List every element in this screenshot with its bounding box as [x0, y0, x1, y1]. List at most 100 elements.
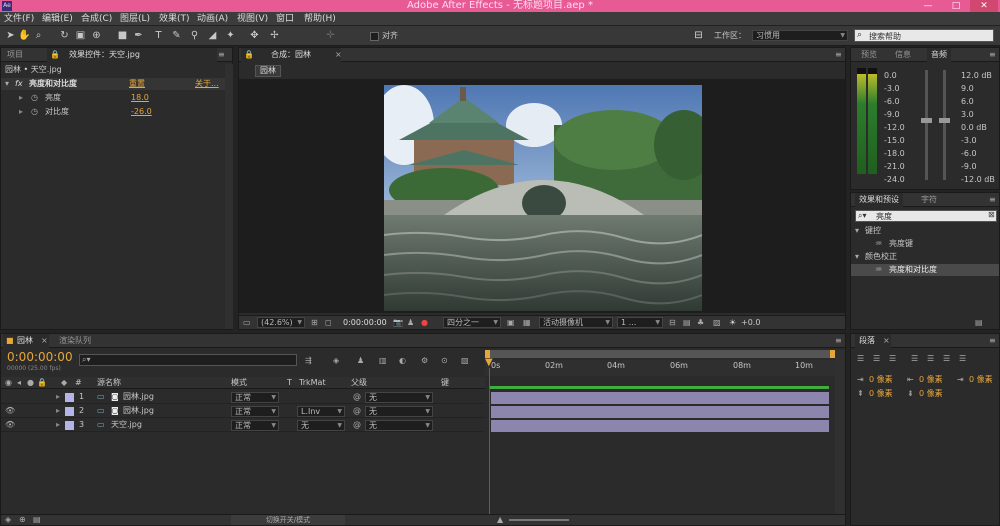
roto-brush-tool-icon[interactable]: ✦ — [224, 29, 237, 42]
layer-label-color[interactable] — [65, 393, 74, 402]
audio-switch-icon[interactable]: ◂ — [17, 378, 21, 388]
help-search-box[interactable]: ⌕ 搜索帮助 — [854, 29, 994, 42]
menu-window[interactable]: 窗口 — [276, 13, 294, 25]
expand-arrow-icon[interactable]: ▸ — [56, 420, 60, 430]
eye-icon[interactable]: 👁 — [5, 406, 15, 416]
minimize-button[interactable]: — — [914, 0, 942, 12]
camera-select[interactable]: 活动摄像机 — [539, 317, 613, 328]
draft-3d-icon[interactable]: ◈ — [333, 356, 339, 366]
menu-animation[interactable]: 动画(A) — [197, 13, 228, 25]
close-button[interactable]: ✕ — [970, 0, 998, 12]
brainstorm-icon[interactable]: ⚙ — [421, 356, 428, 366]
video-switch-icon[interactable]: ◉ — [5, 378, 12, 388]
panel-menu-icon[interactable]: ≡ — [831, 334, 846, 348]
tree-item-luma-key[interactable]: ♒ 亮度键 — [851, 238, 999, 250]
col-source-name[interactable]: 源名称 — [97, 378, 121, 388]
justify-left-icon[interactable]: ☰ — [911, 354, 918, 364]
toggle-modes-icon[interactable]: ⊕ — [19, 515, 26, 525]
hand-tool-icon[interactable]: ✋ — [18, 29, 31, 42]
layer-duration-bar-3[interactable] — [491, 420, 829, 432]
camera-tool-icon[interactable]: ▣ — [74, 29, 87, 42]
align-right-icon[interactable]: ☰ — [889, 354, 896, 364]
layer-label-color[interactable] — [65, 407, 74, 416]
indent-left-value[interactable]: 0 像素 — [869, 375, 893, 385]
panel-menu-icon[interactable]: ≡ — [831, 48, 846, 62]
views-select[interactable]: 1 ... — [617, 317, 663, 328]
layer-row-2[interactable]: 👁 ▸ 2 ▭ ◙ 园林.jpg 正常 L.Inv @ 无 — [1, 405, 485, 418]
always-preview-icon[interactable]: ▭ — [243, 318, 251, 328]
toggle-stretch-icon[interactable]: ▤ — [33, 515, 41, 525]
expand-arrow-icon[interactable]: ▾ — [855, 226, 859, 236]
new-preset-icon[interactable]: ▤ — [975, 318, 983, 328]
close-tab-icon[interactable]: × — [41, 334, 48, 348]
param-value[interactable]: 18.0 — [131, 93, 149, 103]
parent-pickwhip-icon[interactable]: @ — [353, 420, 361, 430]
layer-duration-bar-1[interactable] — [491, 392, 829, 404]
expand-arrow-icon[interactable]: ▾ — [855, 252, 859, 262]
label-column-icon[interactable]: ◆ — [61, 378, 67, 388]
indent-right-value[interactable]: 0 像素 — [919, 375, 943, 385]
layer-trkmat-select[interactable]: 无 — [297, 420, 345, 431]
align-left-icon[interactable]: ☰ — [857, 354, 864, 364]
layer-parent-select[interactable]: 无 — [365, 420, 433, 431]
exposure-value[interactable]: +0.0 — [741, 318, 760, 328]
timeline-icon[interactable]: ▤ — [683, 318, 691, 328]
reset-link[interactable]: 重置 — [129, 79, 145, 89]
expand-arrow-icon[interactable]: ▸ — [19, 93, 23, 103]
justify-all-icon[interactable]: ☰ — [959, 354, 966, 364]
current-timecode[interactable]: 0:00:00:00 — [7, 350, 73, 364]
expand-arrow-icon[interactable]: ▾ — [5, 79, 9, 89]
playhead-handle[interactable]: ▼ — [485, 358, 493, 368]
panel-menu-icon[interactable]: ≡ — [985, 334, 1000, 348]
show-snapshot-icon[interactable]: ♟ — [407, 318, 414, 328]
layer-search-input[interactable]: ⌕▾ — [79, 354, 297, 366]
expand-arrow-icon[interactable]: ▸ — [19, 107, 23, 117]
tree-folder-keying[interactable]: ▾ 键控 — [851, 225, 999, 237]
exposure-icon[interactable]: ☀ — [729, 318, 736, 328]
resolution-select[interactable]: 四分之一 — [443, 317, 501, 328]
layer-parent-select[interactable]: 无 — [365, 392, 433, 403]
layer-name[interactable]: 园林.jpg — [123, 406, 154, 416]
layer-row-1[interactable]: ▸ 1 ▭ ◙ 园林.jpg 正常 @ 无 — [1, 391, 485, 404]
rectangle-tool-icon[interactable]: ■ — [116, 29, 129, 42]
menu-view[interactable]: 视图(V) — [237, 13, 268, 25]
layer-duration-bar-2[interactable] — [491, 406, 829, 418]
comp-name-button[interactable]: 园林 — [255, 65, 281, 77]
work-area-bar[interactable] — [485, 350, 835, 358]
parent-pickwhip-icon[interactable]: @ — [353, 392, 361, 402]
playhead-line[interactable] — [489, 368, 490, 518]
indent-first-line-value[interactable]: 0 像素 — [969, 375, 993, 385]
space-after-value[interactable]: 0 像素 — [919, 389, 943, 399]
tree-folder-color-correction[interactable]: ▾ 颜色校正 — [851, 251, 999, 263]
lock-switch-icon[interactable]: 🔒 — [37, 378, 47, 388]
mask-visibility-icon[interactable]: ◻ — [325, 318, 332, 328]
comp-mini-flowchart-icon[interactable]: ⇶ — [305, 356, 312, 366]
justify-center-icon[interactable]: ☰ — [927, 354, 934, 364]
selection-tool-icon[interactable]: ➤ — [4, 29, 17, 42]
graph-editor-icon[interactable]: ▧ — [461, 356, 469, 366]
menu-layer[interactable]: 图层(L) — [120, 13, 150, 25]
parent-pickwhip-icon[interactable]: @ — [353, 406, 361, 416]
timecode-display[interactable]: 0:00:00:00 — [343, 318, 387, 328]
zoom-tool-icon[interactable]: ⌕ — [32, 29, 45, 42]
fast-previews-icon[interactable]: ⊟ — [669, 318, 676, 328]
safe-zones-icon[interactable]: ⊞ — [311, 318, 318, 328]
tree-item-brightness-contrast[interactable]: ♒ 亮度和对比度 — [851, 264, 999, 276]
flowchart-icon[interactable]: ♣ — [697, 318, 704, 328]
comp-viewer[interactable] — [239, 79, 845, 313]
align-center-icon[interactable]: ☰ — [873, 354, 880, 364]
effects-search-input[interactable]: ⌕▾ 亮度 ⊠ — [855, 210, 997, 222]
menu-help[interactable]: 帮助(H) — [304, 13, 336, 25]
panel-menu-icon[interactable]: ≡ — [985, 193, 1000, 207]
pin-tool-icon[interactable]: ✢ — [268, 29, 281, 42]
eraser-tool-icon[interactable]: ◢ — [206, 29, 219, 42]
scrollbar[interactable] — [225, 64, 233, 329]
workspace-select[interactable]: 习惯用 — [752, 30, 848, 41]
frame-blending-icon[interactable]: ▥ — [379, 356, 387, 366]
layer-mode-select[interactable]: 正常 — [231, 392, 279, 403]
timeline-scrollbar[interactable] — [835, 350, 845, 520]
layer-name[interactable]: 天空.jpg — [111, 420, 142, 430]
tab-effect-controls[interactable]: 🔒 效果控件：天空.jpg — [47, 48, 217, 62]
clear-search-icon[interactable]: ⊠ — [988, 210, 995, 219]
timeline-zoom-slider[interactable] — [509, 519, 569, 521]
